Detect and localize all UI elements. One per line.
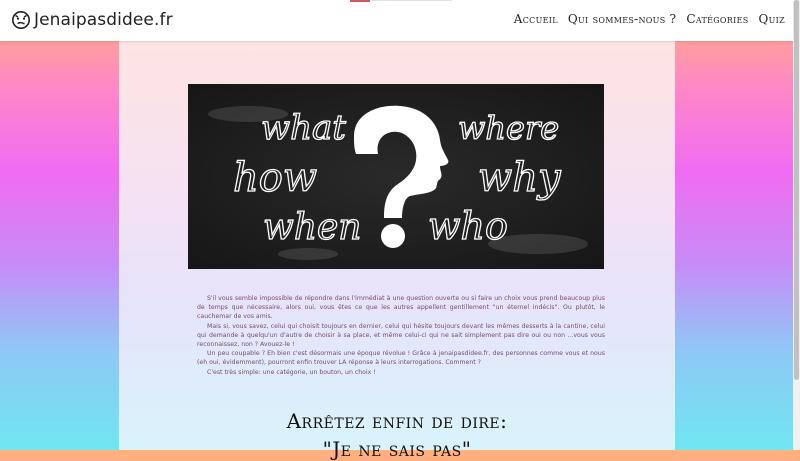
- top-accent-line: [370, 0, 452, 1]
- top-navigation-bar: Jenaipasdidee.fr Accueil Qui sommes-nous…: [0, 0, 793, 41]
- intro-text: S'il vous semble impossible de répondre …: [197, 294, 605, 377]
- scrollbar-thumb[interactable]: [794, 0, 799, 380]
- intro-paragraph: Mais si, vous savez, celui qui choisit t…: [197, 322, 605, 349]
- site-logo[interactable]: Jenaipasdidee.fr: [11, 9, 173, 31]
- nav-qui-sommes-nous[interactable]: Qui sommes-nous ?: [568, 12, 676, 26]
- hero-word-when: when: [263, 207, 362, 248]
- main-content: what where how why when who S'il vous se…: [119, 41, 675, 461]
- hero-word-who: who: [428, 204, 508, 248]
- intro-paragraph: Un peu coupable ? Eh bien c'est désormai…: [197, 350, 605, 367]
- hero-word-why: why: [478, 155, 562, 201]
- face-icon: [11, 10, 31, 30]
- page-scrollbar[interactable]: [793, 0, 800, 450]
- intro-paragraph: C'est très simple: une catégorie, un bou…: [207, 368, 376, 376]
- hero-word-where: where: [458, 109, 559, 147]
- hero-word-how: how: [233, 155, 317, 201]
- main-nav: Accueil Qui sommes-nous ? Catégories Qui…: [514, 12, 785, 26]
- headline-line-1: Arrêtez enfin de dire:: [286, 409, 508, 433]
- top-accent-mark: [350, 0, 370, 2]
- nav-quiz[interactable]: Quiz: [759, 12, 786, 26]
- intro-paragraph: S'il vous semble impossible de répondre …: [197, 295, 605, 321]
- nav-accueil[interactable]: Accueil: [514, 12, 558, 26]
- hero-word-what: what: [261, 108, 346, 148]
- brand-name: Jenaipasdidee.fr: [34, 10, 173, 30]
- nav-categories[interactable]: Catégories: [686, 12, 748, 26]
- page-headline: Arrêtez enfin de dire: "Je ne sais pas": [119, 409, 675, 461]
- hero-image-chalkboard: what where how why when who: [188, 84, 604, 269]
- headline-line-2: "Je ne sais pas": [322, 437, 472, 461]
